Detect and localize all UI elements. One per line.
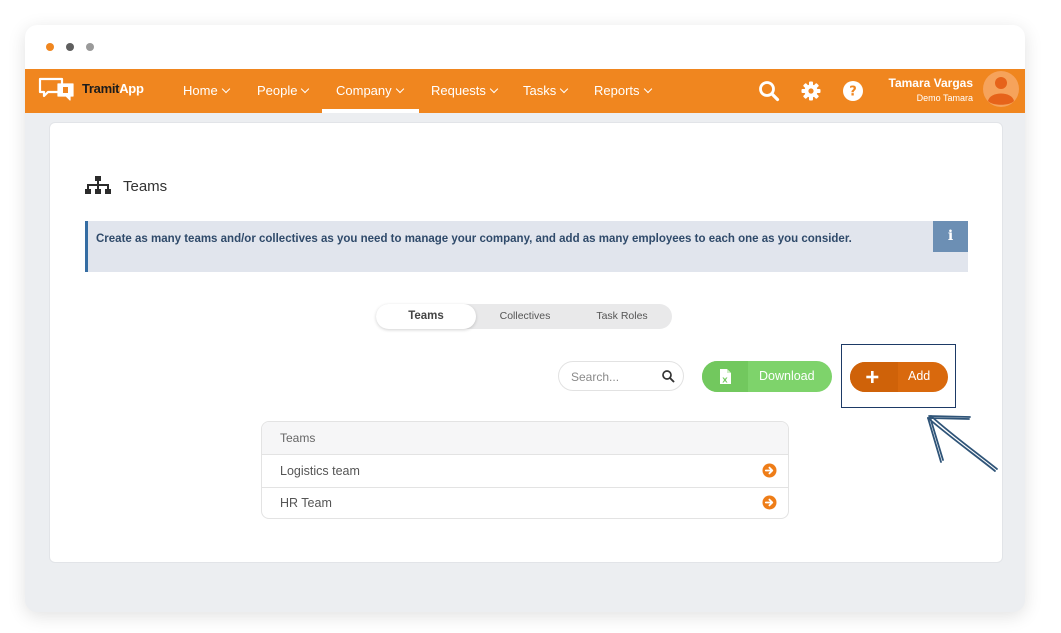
nav-tasks[interactable]: Tasks: [523, 69, 569, 113]
table-row[interactable]: HR Team: [262, 487, 788, 518]
table-header-label: Teams: [280, 431, 316, 445]
chevron-down-icon: [301, 84, 310, 94]
chevron-down-icon: [489, 84, 499, 94]
window-close-dot[interactable]: [46, 43, 54, 51]
help-icon[interactable]: ?: [842, 80, 864, 102]
info-banner: Create as many teams and/or collectives …: [85, 221, 968, 272]
window-minimize-dot[interactable]: [66, 43, 74, 51]
window-maximize-dot[interactable]: [86, 43, 94, 51]
table-row[interactable]: Logistics team: [262, 455, 788, 488]
nav-people[interactable]: People: [257, 69, 310, 113]
chevron-down-icon: [221, 84, 230, 94]
org-chart-icon: [85, 176, 111, 194]
add-button[interactable]: Add: [850, 362, 948, 392]
add-label: Add: [908, 369, 931, 383]
speech-bubbles-icon: [38, 77, 74, 101]
info-text: Create as many teams and/or collectives …: [96, 233, 852, 245]
avatar[interactable]: [983, 71, 1019, 107]
tramitapp-logo[interactable]: TramitApp: [38, 75, 148, 105]
top-navbar: TramitApp Home People Company Requests T…: [25, 69, 1025, 113]
page-title: Teams: [123, 178, 168, 195]
nav-home[interactable]: Home: [183, 69, 230, 113]
chevron-down-icon: [395, 84, 404, 94]
download-button[interactable]: X Download: [702, 361, 832, 392]
search-icon[interactable]: [758, 80, 780, 102]
user-name[interactable]: Tamara Vargas: [889, 76, 974, 90]
browser-window: TramitApp Home People Company Requests T…: [25, 25, 1025, 612]
chevron-down-icon: [559, 84, 569, 94]
svg-text:X: X: [722, 377, 728, 385]
plus-icon: [866, 371, 879, 383]
search-input[interactable]: [569, 368, 657, 386]
teams-card: Teams Create as many teams and/or collec…: [49, 122, 1003, 563]
search-box: [558, 361, 684, 391]
section-tabs: Teams Collectives Task Roles: [376, 304, 672, 329]
search-icon[interactable]: [661, 369, 675, 383]
add-icon-area: [850, 362, 898, 392]
nav-company[interactable]: Company: [322, 69, 419, 113]
arrow-right-circle-icon[interactable]: [762, 495, 777, 510]
download-label: Download: [759, 369, 815, 383]
info-icon[interactable]: i: [933, 221, 968, 252]
download-icon-area: X: [702, 361, 748, 392]
tab-teams[interactable]: Teams: [376, 304, 476, 329]
arrow-right-circle-icon[interactable]: [762, 463, 777, 478]
nav-reports[interactable]: Reports: [594, 69, 652, 113]
table-header: Teams: [262, 422, 788, 455]
window-titlebar: [25, 25, 1025, 69]
svg-text:?: ?: [849, 85, 857, 100]
gear-icon[interactable]: [800, 80, 822, 102]
team-name: HR Team: [280, 496, 332, 510]
chevron-down-icon: [643, 84, 652, 94]
teams-table: Teams Logistics team HR Team: [261, 421, 789, 519]
logo-text: TramitApp: [82, 81, 144, 96]
excel-file-icon: X: [720, 369, 731, 385]
nav-requests[interactable]: Requests: [431, 69, 499, 113]
user-company: Demo Tamara: [916, 93, 973, 103]
team-name: Logistics team: [280, 464, 360, 478]
tab-collectives[interactable]: Collectives: [478, 304, 572, 329]
tab-task-roles[interactable]: Task Roles: [572, 304, 672, 329]
